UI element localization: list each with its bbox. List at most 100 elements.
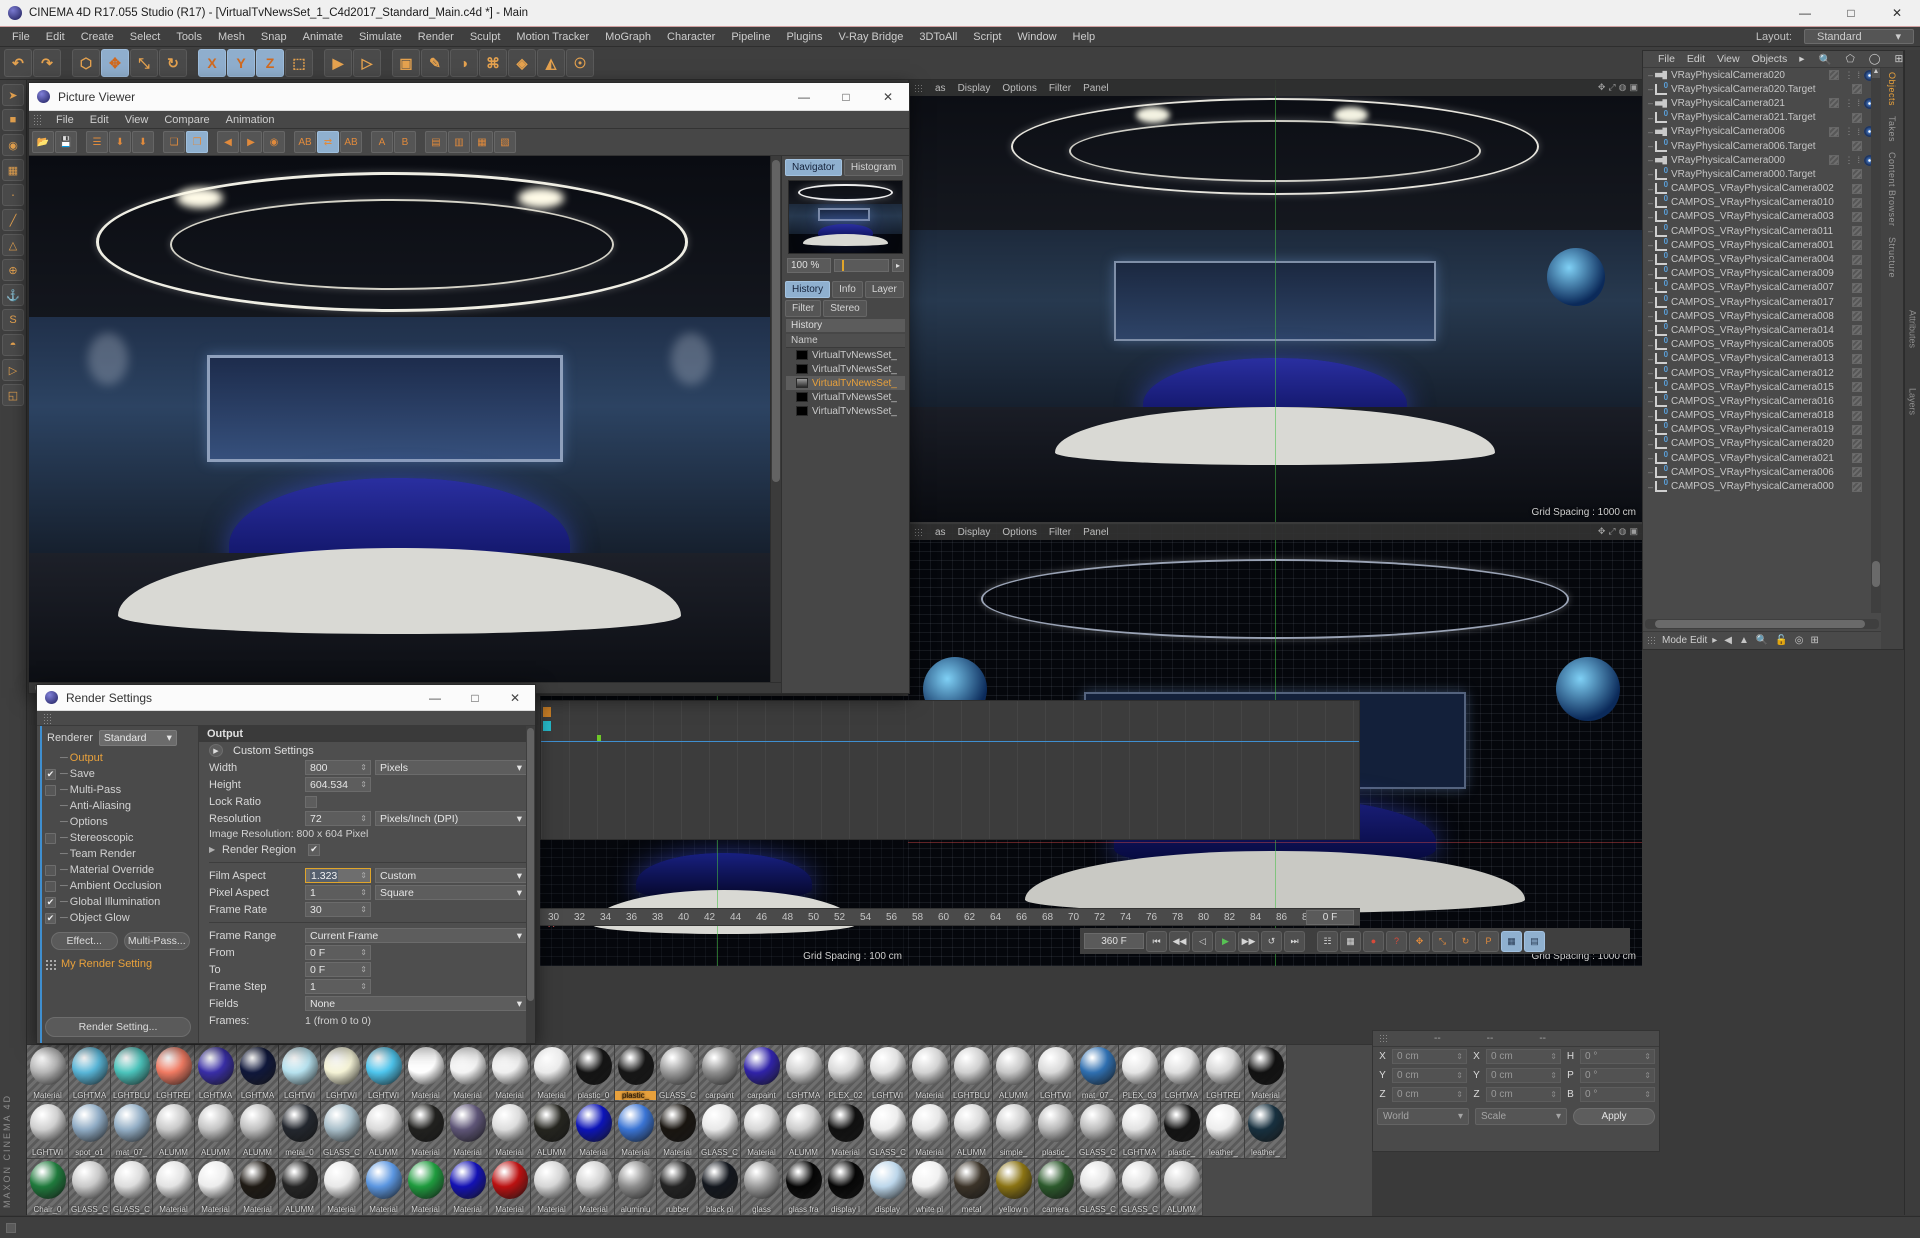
panel-grip-icon[interactable] xyxy=(33,114,42,125)
texture-mode[interactable]: ▦ xyxy=(2,159,24,181)
parent-object-icon[interactable]: ▲ xyxy=(1737,635,1751,646)
scale-mode-dropdown[interactable]: Scale ▾ xyxy=(1475,1108,1567,1125)
panel-grip-icon[interactable] xyxy=(43,712,53,724)
filter-toggle-button[interactable]: ▤ xyxy=(425,131,447,153)
viewport-menu-panel[interactable]: Panel xyxy=(1083,527,1109,538)
left-toolbar[interactable]: ➤ ■ ◉ ▦ ⋅ ╱ △ ⊕ ⚓ S ◓ ▷ ◱ xyxy=(0,80,27,1215)
material-cell[interactable]: Material xyxy=(447,1045,489,1102)
open-image-button[interactable]: 📂 xyxy=(32,131,54,153)
history-list[interactable]: VirtualTvNewsSet_ VirtualTvNewsSet_ Virt… xyxy=(786,348,905,693)
save-image-button[interactable]: 💾 xyxy=(55,131,77,153)
visibility-tag-icon[interactable] xyxy=(1852,353,1862,364)
tree-checkbox[interactable] xyxy=(45,817,56,828)
dots-icon[interactable]: ⋮ xyxy=(1844,155,1853,166)
tree-item-material-override[interactable]: ─ Material Override xyxy=(41,862,198,878)
key-extra-button[interactable]: ▤ xyxy=(1524,930,1545,952)
picture-viewer-vscrollbar[interactable] xyxy=(770,156,781,693)
expand-all-icon[interactable]: ⊞ xyxy=(1889,53,1908,66)
camera-button[interactable]: ◭ xyxy=(537,49,565,77)
menu-simulate[interactable]: Simulate xyxy=(351,29,410,45)
object-row[interactable]: –CAMPOS_VRayPhysicalCamera006⋮ xyxy=(1643,464,1881,479)
visibility-tag-icon[interactable] xyxy=(1852,197,1862,208)
fields-row[interactable]: Fields None ▾ xyxy=(199,995,535,1012)
menu-tools[interactable]: Tools xyxy=(168,29,210,45)
layout-selector[interactable]: Layout: Standard ▾ xyxy=(1748,29,1920,45)
spinner-icon[interactable]: ⇕ xyxy=(360,965,367,974)
visibility-tag-icon[interactable] xyxy=(1852,112,1862,123)
object-row[interactable]: –CAMPOS_VRayPhysicalCamera001⋮ xyxy=(1643,237,1881,252)
menu-character[interactable]: Character xyxy=(659,29,723,45)
material-cell[interactable]: GLASS_C xyxy=(1077,1102,1119,1159)
coordinates-footer[interactable]: World ▾ Scale ▾ Apply xyxy=(1373,1104,1659,1129)
lock-axis-x[interactable]: X xyxy=(198,49,226,77)
menu-script[interactable]: Script xyxy=(965,29,1009,45)
world-object-coord[interactable]: ⬚ xyxy=(285,49,313,77)
visibility-tag-icon[interactable] xyxy=(1852,169,1862,180)
menu-plugins[interactable]: Plugins xyxy=(778,29,830,45)
visibility-tag-icon[interactable] xyxy=(1852,84,1862,95)
material-cell[interactable]: Material xyxy=(405,1045,447,1102)
workplane-mode[interactable]: S xyxy=(2,309,24,331)
render-region-row[interactable]: ▶ Render Region ✔ xyxy=(199,841,535,858)
visibility-tag-icon[interactable] xyxy=(1852,438,1862,449)
material-cell[interactable]: LGHTWI xyxy=(363,1045,405,1102)
object-row[interactable]: –VRayPhysicalCamera020.Target⋮ xyxy=(1643,81,1881,96)
navigator-tabs[interactable]: Navigator Histogram xyxy=(782,156,909,176)
material-cell[interactable]: display l xyxy=(825,1159,867,1216)
scrollbar-thumb[interactable] xyxy=(1655,620,1865,628)
material-cell[interactable]: rubber xyxy=(657,1159,699,1216)
expand-all-icon[interactable]: ⊞ xyxy=(1809,635,1821,646)
loop-button[interactable]: ↺ xyxy=(1261,930,1282,952)
channel-rgb-button[interactable]: ▥ xyxy=(448,131,470,153)
dots-icon[interactable]: ⋮ xyxy=(1844,98,1853,109)
tree-checkbox[interactable] xyxy=(45,880,56,892)
visibility-tag-icon[interactable] xyxy=(1852,424,1862,435)
spline-filter-icon[interactable]: ◯ xyxy=(1864,53,1886,66)
material-cell[interactable]: ALUMM xyxy=(1161,1159,1203,1216)
visibility-tag-icon[interactable] xyxy=(1852,467,1862,478)
to-input[interactable]: 0 F ⇕ xyxy=(305,962,371,977)
pixel-aspect-input[interactable]: 1 ⇕ xyxy=(305,885,371,900)
render-settings-vscrollbar[interactable] xyxy=(526,726,535,1043)
tree-checkbox[interactable] xyxy=(45,832,56,844)
material-cell[interactable]: metal xyxy=(951,1159,993,1216)
apply-button[interactable]: Apply xyxy=(1573,1108,1655,1125)
tab-layer[interactable]: Layer xyxy=(864,281,904,298)
target-dots-icon[interactable]: ⁞ xyxy=(1857,127,1859,137)
object-row[interactable]: – VRayPhysicalCamera020 ⋮ ⁞ xyxy=(1643,68,1881,82)
menu-vray-bridge[interactable]: V-Ray Bridge xyxy=(831,29,912,45)
material-cell[interactable]: Material xyxy=(573,1159,615,1216)
frame-step-row[interactable]: Frame Step 1 ⇕ xyxy=(199,978,535,995)
pixel-aspect-preset-dropdown[interactable]: Square ▾ xyxy=(375,885,527,900)
object-manager-hscrollbar[interactable] xyxy=(1645,619,1879,629)
resolution-row[interactable]: Resolution 72 ⇕ Pixels/Inch (DPI) ▾ xyxy=(199,810,535,827)
tree-checkbox[interactable]: ✔ xyxy=(45,768,56,780)
tab-content-browser[interactable]: Content Browser xyxy=(1887,152,1897,227)
rendered-image-canvas[interactable] xyxy=(29,156,770,693)
material-cell[interactable]: PLEX_02 xyxy=(825,1045,867,1102)
paste-image-button[interactable]: ❐ xyxy=(186,131,208,153)
maximize-view-icon[interactable]: ▣ xyxy=(1629,82,1638,93)
timeline-button[interactable]: ☷ xyxy=(1317,930,1338,952)
object-row[interactable]: –CAMPOS_VRayPhysicalCamera015⋮ xyxy=(1643,379,1881,394)
material-cell[interactable]: LGHTREI xyxy=(153,1045,195,1102)
film-aspect-input[interactable]: 1.323 ⇕ xyxy=(305,868,371,883)
send-region-button[interactable]: ⬇ xyxy=(132,131,154,153)
renderer-dropdown[interactable]: Standard ▾ xyxy=(98,730,177,746)
material-cell[interactable]: Material xyxy=(195,1159,237,1216)
spinner-icon[interactable]: ⇕ xyxy=(360,948,367,957)
coordinates-manager[interactable]: -- -- -- X 0 cm ⇕ X 0 cm ⇕ H 0 ° ⇕ Y 0 cm ⇕ … xyxy=(1372,1030,1660,1152)
material-cell[interactable]: mat_07_ xyxy=(1077,1045,1119,1102)
play-forward-button[interactable]: ▶ xyxy=(1215,930,1236,952)
material-cell[interactable]: plastic_0 xyxy=(573,1045,615,1102)
tab-history[interactable]: History xyxy=(785,281,831,298)
info-tabs[interactable]: History Info Layer Filter Stereo xyxy=(782,278,909,317)
step-back-button[interactable]: ◀◀ xyxy=(1169,930,1190,952)
render-region-checkbox[interactable]: ✔ xyxy=(308,843,320,856)
material-cell[interactable]: Material xyxy=(825,1102,867,1159)
renderer-row[interactable]: Renderer Standard ▾ xyxy=(37,726,198,750)
tab-filter[interactable]: Filter xyxy=(785,300,822,317)
viewport-nav-gizmos[interactable]: ✥ ⤢ ◍ ▣ xyxy=(1598,526,1638,537)
minimize-button[interactable]: — xyxy=(1782,0,1828,27)
undo-button[interactable]: ↶ xyxy=(4,49,32,77)
